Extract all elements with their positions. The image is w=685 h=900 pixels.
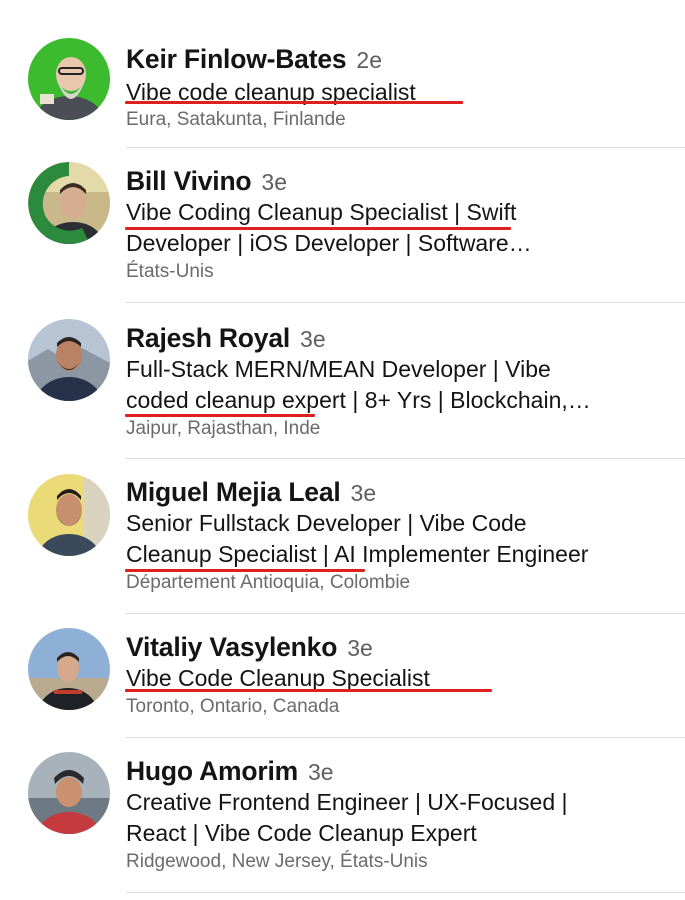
headline-line: React | Vibe Code Cleanup Expert — [126, 820, 477, 846]
highlight-underline — [125, 414, 315, 417]
list-item[interactable]: Bill Vivino 3e Vibe Coding Cleanup Specia… — [0, 148, 685, 303]
connection-degree: 3e — [347, 635, 373, 661]
headline: Creative Frontend Engineer | UX-Focused … — [126, 787, 671, 849]
person-name[interactable]: Rajesh Royal — [126, 323, 290, 353]
location: Jaipur, Rajasthan, Inde — [126, 418, 321, 439]
connection-degree: 3e — [261, 169, 288, 195]
list-item[interactable]: Rajesh Royal 3e Full-Stack MERN/MEAN Deve… — [0, 303, 685, 459]
highlight-underline — [125, 569, 365, 572]
highlight-underline — [125, 689, 492, 692]
headline-line: Vibe Coding Cleanup Specialist | Swift — [126, 199, 517, 225]
connection-degree: 3e — [350, 480, 377, 506]
avatar[interactable] — [28, 474, 110, 556]
headline-line: Developer | iOS Developer | Software… — [126, 230, 532, 256]
headline: Senior Fullstack Developer | Vibe Code C… — [126, 508, 671, 570]
list-item[interactable]: Miguel Mejia Leal 3e Senior Fullstack Dev… — [0, 459, 685, 614]
people-list: Keir Finlow-Bates 2e Vibe code cleanup sp… — [0, 0, 685, 900]
person-name[interactable]: Bill Vivino — [126, 166, 252, 196]
highlight-underline — [125, 227, 511, 230]
avatar[interactable] — [28, 162, 110, 244]
list-item[interactable]: Hugo Amorim 3e Creative Frontend Engineer… — [0, 738, 685, 893]
location: Toronto, Ontario, Canada — [126, 696, 340, 717]
connection-degree: 3e — [308, 759, 334, 785]
person-name[interactable]: Miguel Mejia Leal — [126, 477, 341, 507]
list-item[interactable]: Vitaliy Vasylenko 3e Vibe Code Cleanup Sp… — [0, 614, 685, 738]
divider — [126, 892, 685, 893]
avatar[interactable] — [28, 752, 110, 834]
location: Ridgewood, New Jersey, États-Unis — [126, 851, 428, 872]
person-name[interactable]: Hugo Amorim — [126, 756, 298, 786]
person-name[interactable]: Keir Finlow-Bates — [126, 44, 347, 74]
headline-line: Full-Stack MERN/MEAN Developer | Vibe — [126, 356, 551, 382]
location: Eura, Satakunta, Finlande — [126, 109, 346, 130]
headline-line: Creative Frontend Engineer | UX-Focused … — [126, 789, 568, 815]
location: Département Antioquia, Colombie — [126, 572, 411, 593]
connection-degree: 3e — [300, 326, 326, 352]
headline: Full-Stack MERN/MEAN Developer | Vibe co… — [126, 354, 671, 416]
list-item[interactable]: Keir Finlow-Bates 2e Vibe code cleanup sp… — [0, 0, 685, 150]
person-name[interactable]: Vitaliy Vasylenko — [126, 632, 337, 662]
connection-degree: 2e — [356, 47, 383, 73]
highlight-underline — [125, 101, 463, 104]
headline-line: coded cleanup expert | 8+ Yrs | Blockcha… — [126, 387, 591, 413]
avatar[interactable] — [28, 319, 110, 401]
avatar[interactable] — [28, 628, 110, 710]
headline-line: Cleanup Specialist | AI Implementer Engi… — [126, 541, 589, 567]
avatar[interactable] — [28, 38, 110, 120]
headline-line: Senior Fullstack Developer | Vibe Code — [126, 510, 527, 536]
location: États-Unis — [126, 261, 214, 282]
